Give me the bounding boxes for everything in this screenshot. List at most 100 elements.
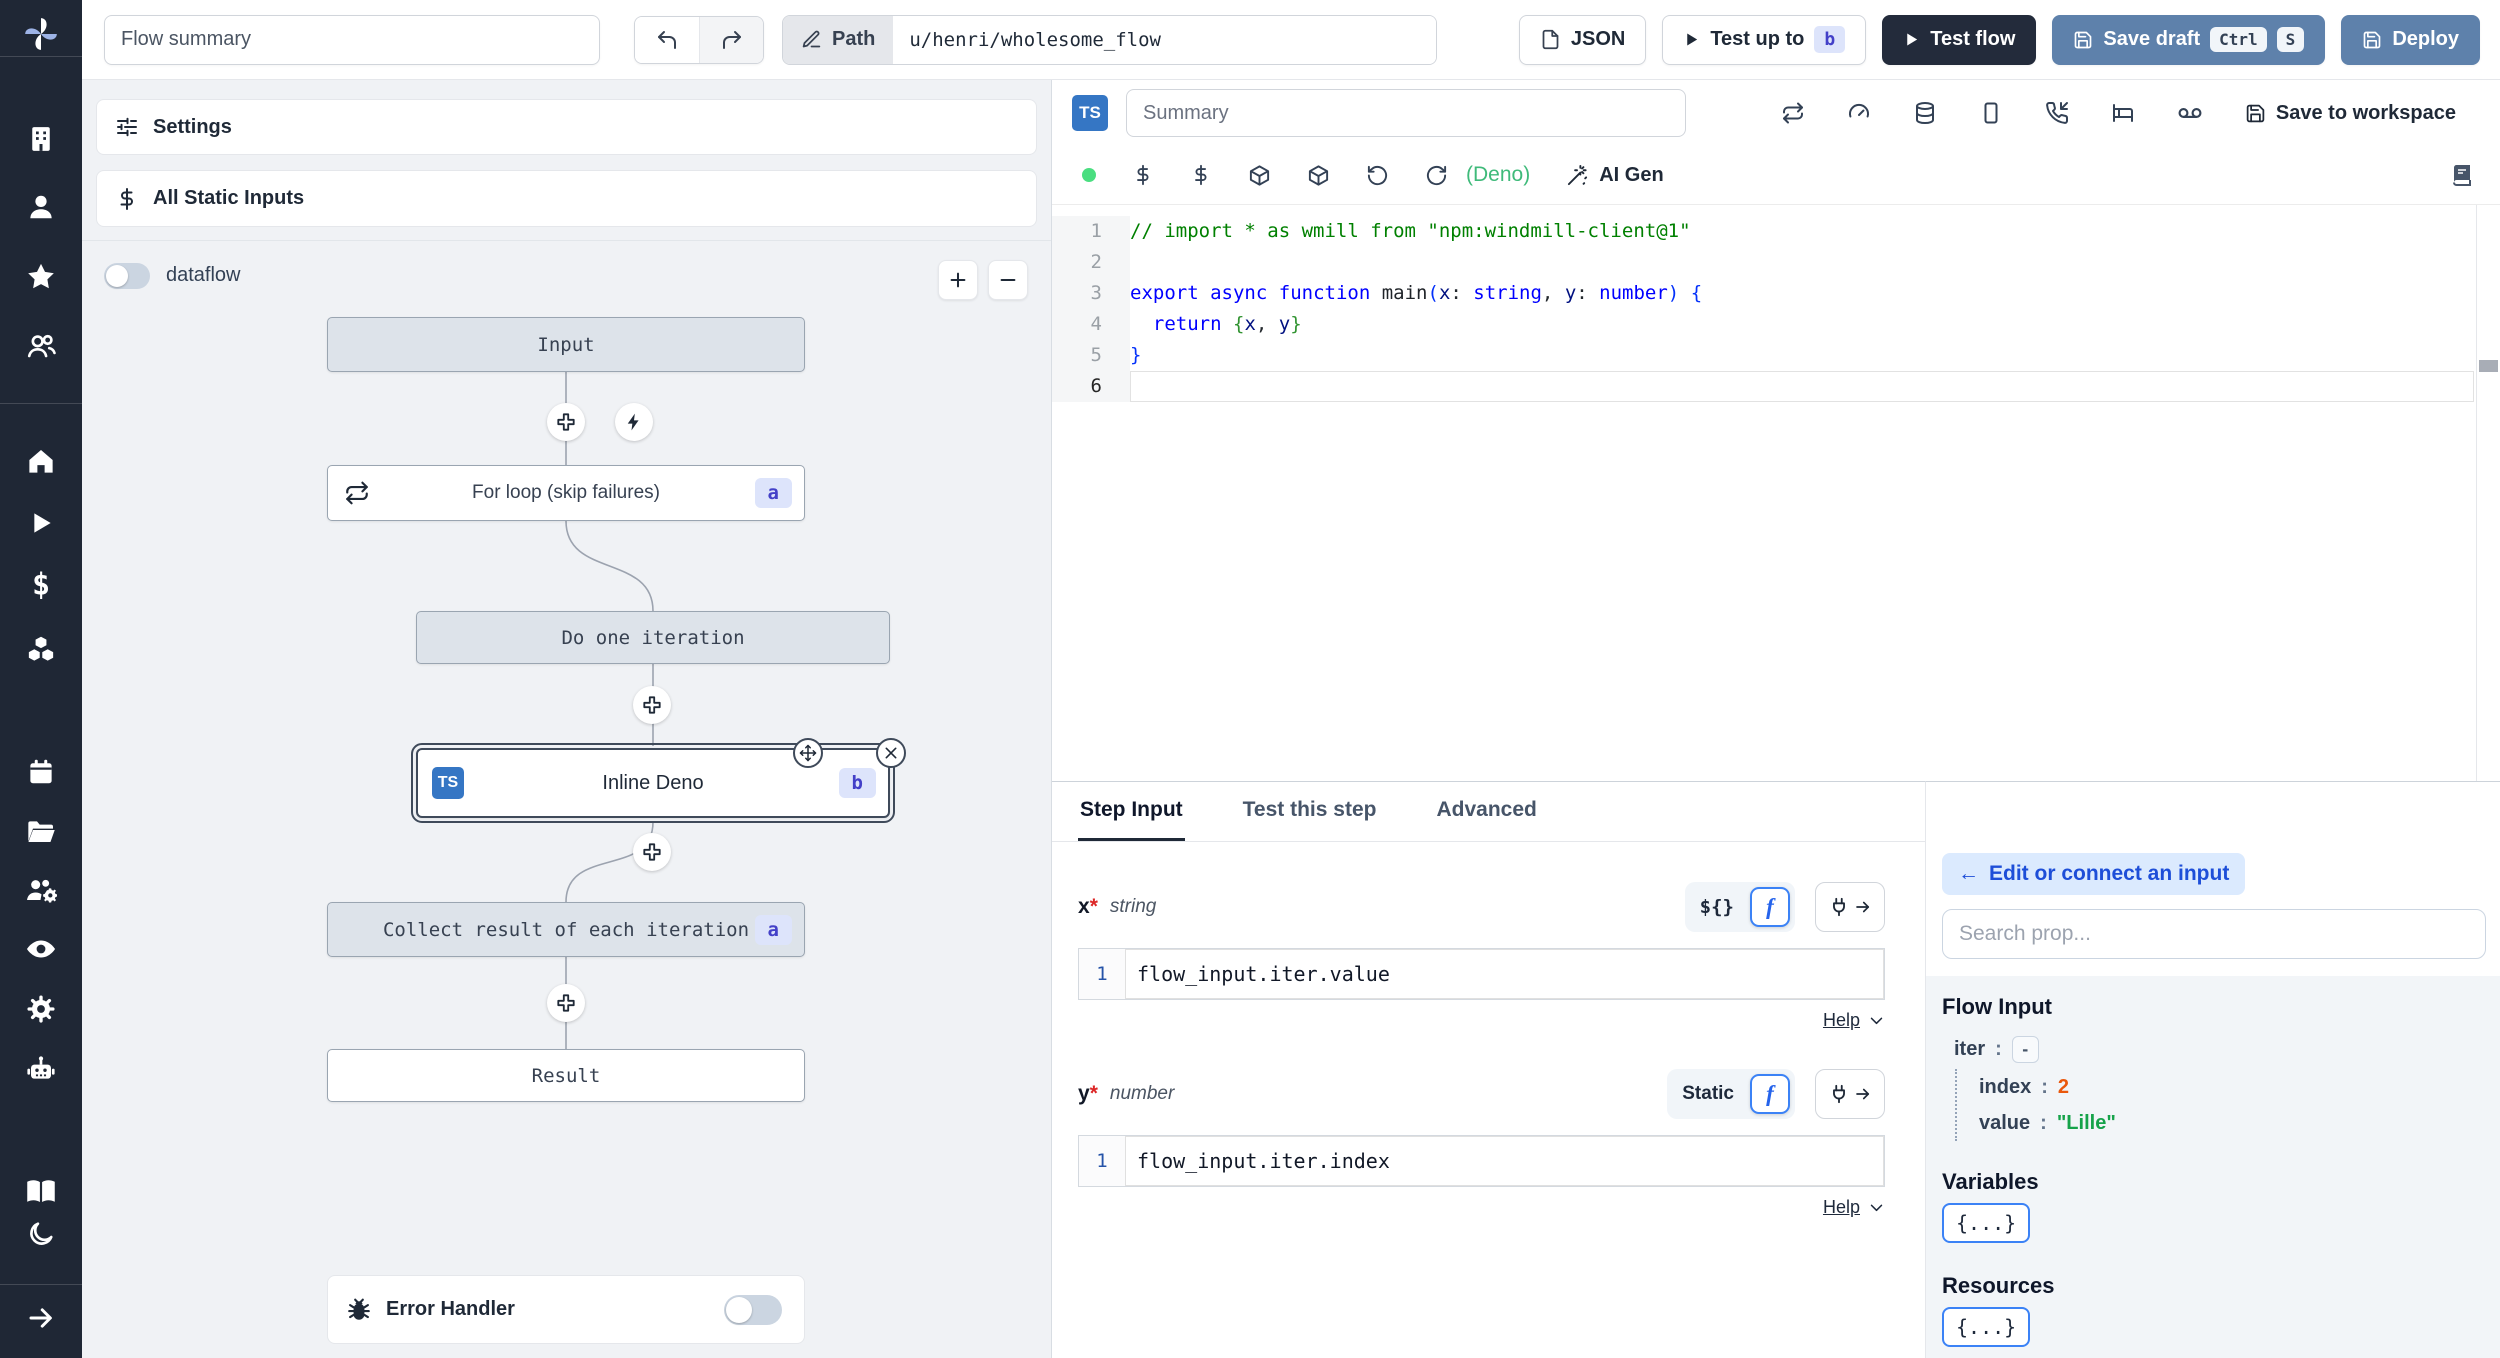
add-step-button[interactable]: [633, 686, 671, 724]
trigger-button[interactable]: [615, 403, 653, 441]
help-link[interactable]: Help: [1823, 1010, 1860, 1031]
move-node-button[interactable]: [793, 738, 823, 768]
add-step-button[interactable]: [633, 833, 671, 871]
add-step-button[interactable]: [547, 984, 585, 1022]
dollar-sign-icon: [120, 187, 133, 210]
expr-value[interactable]: flow_input.iter.value: [1125, 949, 1884, 999]
save-to-workspace-button[interactable]: Save to workspace: [2245, 102, 2456, 125]
all-static-inputs-button[interactable]: All Static Inputs: [96, 170, 1037, 227]
star-icon[interactable]: [25, 261, 57, 293]
calendar-icon[interactable]: [26, 757, 56, 787]
expr-editor-y[interactable]: 1 flow_input.iter.index: [1078, 1135, 1885, 1187]
undo-button[interactable]: [635, 16, 699, 63]
tree-row-index[interactable]: index : 2: [1979, 1069, 2484, 1105]
mode-template-option[interactable]: ${}: [1690, 896, 1744, 918]
building-icon[interactable]: [26, 124, 56, 154]
box-icon[interactable]: [1307, 164, 1330, 187]
code-line[interactable]: 1// import * as wmill from "npm:windmill…: [1052, 216, 2500, 247]
dataflow-toggle[interactable]: [104, 263, 150, 289]
test-flow-button[interactable]: Test flow: [1882, 14, 2037, 65]
overview-ruler[interactable]: [2476, 205, 2500, 781]
boxes-icon[interactable]: [26, 634, 57, 665]
mode-javascript-option[interactable]: f: [1750, 887, 1790, 927]
voicemail-icon[interactable]: [2177, 100, 2203, 126]
edit-or-connect-button[interactable]: ← Edit or connect an input: [1942, 853, 2246, 895]
eye-icon[interactable]: [25, 933, 58, 966]
windmill-logo-icon[interactable]: [22, 15, 60, 53]
code-line[interactable]: 2: [1052, 247, 2500, 278]
book-open-icon[interactable]: [25, 1175, 58, 1208]
error-handler-card[interactable]: Error Handler: [327, 1275, 805, 1344]
users-icon[interactable]: [25, 330, 57, 362]
json-button[interactable]: JSON: [1518, 14, 1647, 65]
deploy-button[interactable]: Deploy: [2341, 14, 2480, 65]
code-line[interactable]: 3 export async function main(x: string, y…: [1052, 278, 2500, 309]
smartphone-icon[interactable]: [1979, 101, 2003, 125]
code-line[interactable]: 6: [1052, 371, 2500, 402]
expr-value[interactable]: flow_input.iter.index: [1125, 1136, 1884, 1186]
dollar-icon[interactable]: $: [32, 568, 50, 603]
summary-input[interactable]: [1126, 89, 1686, 137]
gauge-icon[interactable]: [1847, 101, 1871, 125]
gear-icon[interactable]: [26, 994, 57, 1025]
tree-row-value[interactable]: value : "Lille": [1979, 1105, 2484, 1141]
error-handler-toggle[interactable]: [724, 1294, 782, 1325]
flow-node-do-one-iteration[interactable]: Do one iteration: [416, 611, 890, 664]
connect-input-button[interactable]: [1815, 882, 1885, 932]
add-step-button[interactable]: [547, 403, 585, 441]
users-cog-icon[interactable]: [25, 874, 57, 906]
tab-test-this-step[interactable]: Test this step: [1241, 784, 1379, 841]
book-icon[interactable]: [2450, 163, 2474, 187]
chevron-down-icon[interactable]: [1868, 1199, 1885, 1216]
code-editor[interactable]: 1// import * as wmill from "npm:windmill…: [1052, 205, 2500, 781]
moon-icon[interactable]: [27, 1220, 56, 1249]
resources-expand-button[interactable]: {...}: [1942, 1307, 2031, 1347]
bed-icon[interactable]: [2111, 101, 2135, 125]
search-prop-input[interactable]: [1942, 909, 2486, 959]
mode-static-option[interactable]: Static: [1672, 1083, 1744, 1105]
arrow-right-icon[interactable]: [26, 1303, 56, 1333]
help-link[interactable]: Help: [1823, 1197, 1860, 1218]
chevron-down-icon[interactable]: [1868, 1012, 1885, 1029]
connect-input-button[interactable]: [1815, 1069, 1885, 1119]
user-icon[interactable]: [26, 192, 56, 222]
settings-button[interactable]: Settings: [96, 99, 1037, 155]
dollar-sign-icon[interactable]: [1190, 164, 1212, 186]
code-line[interactable]: 5}: [1052, 340, 2500, 371]
folder-open-icon[interactable]: [25, 816, 57, 848]
tab-step-input[interactable]: Step Input: [1078, 784, 1185, 841]
line-number: 1: [1096, 1150, 1108, 1172]
save-draft-button[interactable]: Save draft Ctrl S: [2052, 14, 2326, 65]
tab-advanced[interactable]: Advanced: [1434, 784, 1538, 841]
test-up-to-button[interactable]: Test up to b: [1662, 14, 1867, 65]
play-icon[interactable]: [27, 509, 56, 538]
flow-node-collect-result[interactable]: Collect result of each iteration a: [327, 902, 805, 957]
delete-node-button[interactable]: [876, 738, 906, 768]
sidebar-divider: [0, 1284, 82, 1285]
ai-gen-button[interactable]: AI Gen: [1566, 164, 1664, 187]
zoom-out-button[interactable]: [988, 260, 1028, 300]
flow-summary-input[interactable]: [104, 14, 600, 65]
rotate-ccw-icon[interactable]: [1366, 164, 1389, 187]
home-icon[interactable]: [26, 446, 57, 477]
mode-javascript-option[interactable]: f: [1750, 1074, 1790, 1114]
repeat-icon[interactable]: [1781, 101, 1805, 125]
bot-icon[interactable]: [25, 1054, 57, 1086]
flow-node-forloop[interactable]: For loop (skip failures) a: [327, 465, 805, 521]
language-selector[interactable]: (Deno): [1425, 163, 1530, 187]
expr-editor-x[interactable]: 1 flow_input.iter.value: [1078, 948, 1885, 1000]
variables-expand-button[interactable]: {...}: [1942, 1203, 2031, 1243]
phone-incoming-icon[interactable]: [2045, 101, 2069, 125]
tree-row-iter[interactable]: iter : -: [1954, 1036, 2484, 1063]
code-line[interactable]: 4 return {x, y}: [1052, 309, 2500, 340]
dollar-sign-icon[interactable]: [1132, 164, 1154, 186]
redo-button[interactable]: [699, 16, 763, 63]
box-icon[interactable]: [1248, 164, 1271, 187]
zoom-in-button[interactable]: [938, 260, 978, 300]
flow-node-result[interactable]: Result: [327, 1049, 805, 1102]
database-icon[interactable]: [1913, 101, 1937, 125]
path-input[interactable]: [893, 15, 1436, 64]
play-icon: [1907, 33, 1918, 46]
flow-node-input[interactable]: Input: [327, 317, 805, 372]
collapse-toggle[interactable]: -: [2011, 1036, 2039, 1063]
